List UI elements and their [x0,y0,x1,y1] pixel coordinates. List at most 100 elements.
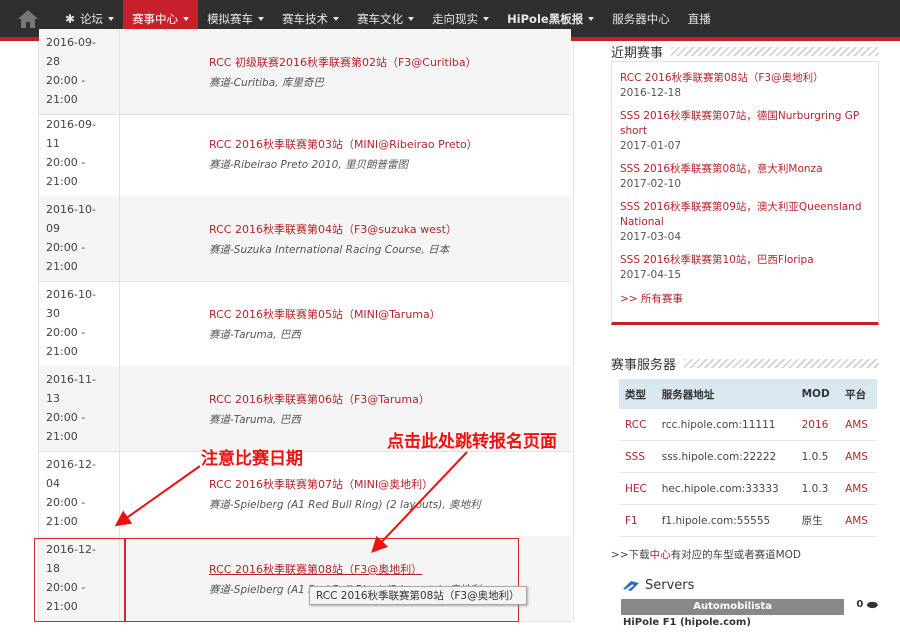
race-title-link[interactable]: RCC 初级联赛2016秋季联赛第02站（F3@Curitiba） [209,54,477,70]
nav-item-label: 论坛 [80,11,104,26]
schedule-date-line: 21:00 [46,430,78,443]
servers-widget-count: 0 [856,598,864,610]
caret-down-icon [483,16,490,21]
schedule-date-line: 2016-12- [46,458,96,471]
server-cell: rcc.hipole.com:11111 [655,409,796,441]
server-cell: AMS [839,504,877,537]
schedule-date-line: 09 [46,222,60,235]
server-cell: AMS [839,472,877,505]
schedule-date-cell: 2016-09- 28 20:00 - 21:00 [39,29,120,114]
schedule-row: 2016-12- 04 20:00 - 21:00 RCC 2016秋季联赛第07站（M… [39,451,571,537]
caret-down-icon [333,16,340,21]
servers-widget-game: Automobilista [621,599,845,615]
schedule-date-line: 13 [46,392,60,405]
recent-race-date: 2017-01-07 [620,140,682,152]
server-cell: SSS [619,440,656,473]
recent-race-title[interactable]: SSS 2016秋季联赛第10站，巴西Floripa [620,253,870,268]
servers-widget-title: Servers [621,578,879,593]
server-cell: f1.hipole.com:55555 [655,504,796,537]
server-cell: 1.0.5 [795,440,840,473]
race-track-text: 赛道-Taruma, 巴西 [209,329,301,341]
schedule-date-line: 20:00 - [46,411,86,424]
caret-down-icon [108,16,115,21]
schedule-date-line: 21:00 [46,260,78,273]
nav-item-label: 服务器中心 [612,11,670,26]
schedule-date-line: 04 [46,477,60,490]
schedule-date-line: 28 [46,55,60,68]
race-title-link[interactable]: RCC 2016秋季联赛第04站（F3@suzuka west） [209,221,457,237]
download-center-link[interactable]: 中心 [650,549,671,561]
servers-heading: 赛事服务器 [611,353,879,373]
schedule-date-line: 21:00 [46,515,78,528]
server-table-header: 平台 [839,379,877,409]
nav-item-label: 直播 [687,11,711,26]
server-cell: 1.0.3 [795,472,840,505]
race-title-link[interactable]: RCC 2016秋季联赛第05站（MINI@Taruma） [209,306,441,322]
recent-race-title[interactable]: SSS 2016秋季联赛第07站，德国Nurburgring GP short [620,109,870,139]
highlight-box-date [34,538,126,622]
nav-item[interactable]: 直播 [679,0,720,37]
server-cell: 原生 [795,504,840,537]
schedule-row: 2016-10- 09 20:00 - 21:00 RCC 2016秋季联赛第04站（F… [39,196,571,282]
race-title-link[interactable]: RCC 2016秋季联赛第06站（F3@Taruma） [209,391,430,407]
server-table-header: 服务器地址 [655,379,796,409]
server-table-header: 类型 [619,379,656,409]
recent-race-item[interactable]: RCC 2016秋季联赛第08站（F3@奥地利） 2016-12-18 [620,71,870,101]
race-track-text: 赛道-Ribeirao Preto 2010, 里贝朗普雷图 [209,159,408,171]
schedule-date-cell: 2016-09- 11 20:00 - 21:00 [39,111,120,196]
nav-item-label: HiPole黑板报 [507,11,584,26]
schedule-date-line: 2016-10- [46,288,96,301]
download-note: >>下载中心有对应的车型或者赛道MOD [611,549,802,561]
race-track-text: 赛道-Spielberg (A1 Red Bull Ring) (2 layou… [209,499,481,511]
server-cell: F1 [619,504,656,537]
servers-widget-entry[interactable]: HiPole F1 (hipole.com) [623,617,879,628]
server-cell: hec.hipole.com:33333 [655,472,796,505]
recent-race-item[interactable]: SSS 2016秋季联赛第09站，澳大利亚Queensland National… [620,200,870,245]
schedule-date-cell: 2016-10- 30 20:00 - 21:00 [39,281,120,366]
schedule-date-line: 2016-10- [46,203,96,216]
schedule-row: 2016-10- 30 20:00 - 21:00 RCC 2016秋季联赛第05站（M… [39,281,571,367]
sidebar: 近期赛事 RCC 2016秋季联赛第08站（F3@奥地利） 2016-12-18 S… [611,41,879,628]
nav-item-label: 模拟赛车 [207,11,254,26]
server-row: RCC rcc.hipole.com:11111 2016 AMS [619,409,877,441]
schedule-date-cell: 2016-11- 13 20:00 - 21:00 [39,366,120,451]
caret-down-icon [588,16,595,21]
schedule-row: 2016-09- 11 20:00 - 21:00 RCC 2016秋季联赛第03站（M… [39,111,571,197]
recent-races-box: RCC 2016秋季联赛第08站（F3@奥地利） 2016-12-18 SSS 20… [611,61,879,325]
schedule-date-line: 20:00 - [46,241,86,254]
schedule-date-line: 2016-09- [46,36,96,49]
nav-item-label: 赛事中心 [132,11,179,26]
recent-race-item[interactable]: SSS 2016秋季联赛第07站，德国Nurburgring GP short 2… [620,109,870,154]
schedule-date-line: 21:00 [46,93,78,106]
server-cell: AMS [839,440,877,473]
schedule-date-line: 20:00 - [46,156,86,169]
schedule-date-line: 30 [46,307,60,320]
schedule-row: 2016-09- 28 20:00 - 21:00 RCC 初级联赛2016秋季联赛第0… [39,29,571,115]
schedule-date-line: 20:00 - [46,74,86,87]
recent-race-date: 2017-02-10 [620,178,682,190]
race-title-link[interactable]: RCC 2016秋季联赛第03站（MINI@Ribeirao Preto） [209,136,478,152]
recent-race-title[interactable]: RCC 2016秋季联赛第08站（F3@奥地利） [620,71,870,86]
server-table: 类型 服务器地址 MOD 平台 RCC rcc.hipole.com:11111 2016… [619,379,877,537]
server-cell: HEC [619,472,656,505]
schedule-date-cell: 2016-10- 09 20:00 - 21:00 [39,196,120,281]
recent-race-item[interactable]: SSS 2016秋季联赛第08站，意大利Monza 2017-02-10 [620,162,870,192]
annotation-click-note: 点击此处跳转报名页面 [387,432,557,452]
schedule-date-line: 20:00 - [46,496,86,509]
gear-icon: ✱ [65,11,76,26]
race-title-link[interactable]: RCC 2016秋季联赛第07站（MINI@奥地利） [209,476,481,492]
schedule-date-line: 20:00 - [46,326,86,339]
server-cell: 2016 [795,409,840,441]
recent-race-date: 2017-04-15 [620,269,682,281]
recent-race-title[interactable]: SSS 2016秋季联赛第08站，意大利Monza [620,162,870,177]
server-row: F1 f1.hipole.com:55555 原生 AMS [619,504,877,537]
recent-race-item[interactable]: SSS 2016秋季联赛第10站，巴西Floripa 2017-04-15 [620,253,870,283]
recent-race-title[interactable]: SSS 2016秋季联赛第09站，澳大利亚Queensland National [620,200,870,230]
nav-item[interactable]: 服务器中心 [603,0,679,37]
recent-races-heading: 近期赛事 [611,41,879,61]
server-table-header: MOD [795,379,840,409]
annotation-date-note: 注意比赛日期 [201,449,303,469]
schedule-date-line: 11 [46,137,60,150]
server-row: SSS sss.hipole.com:22222 1.0.5 AMS [619,440,877,473]
all-races-link[interactable]: >> 所有赛事 [620,291,870,306]
